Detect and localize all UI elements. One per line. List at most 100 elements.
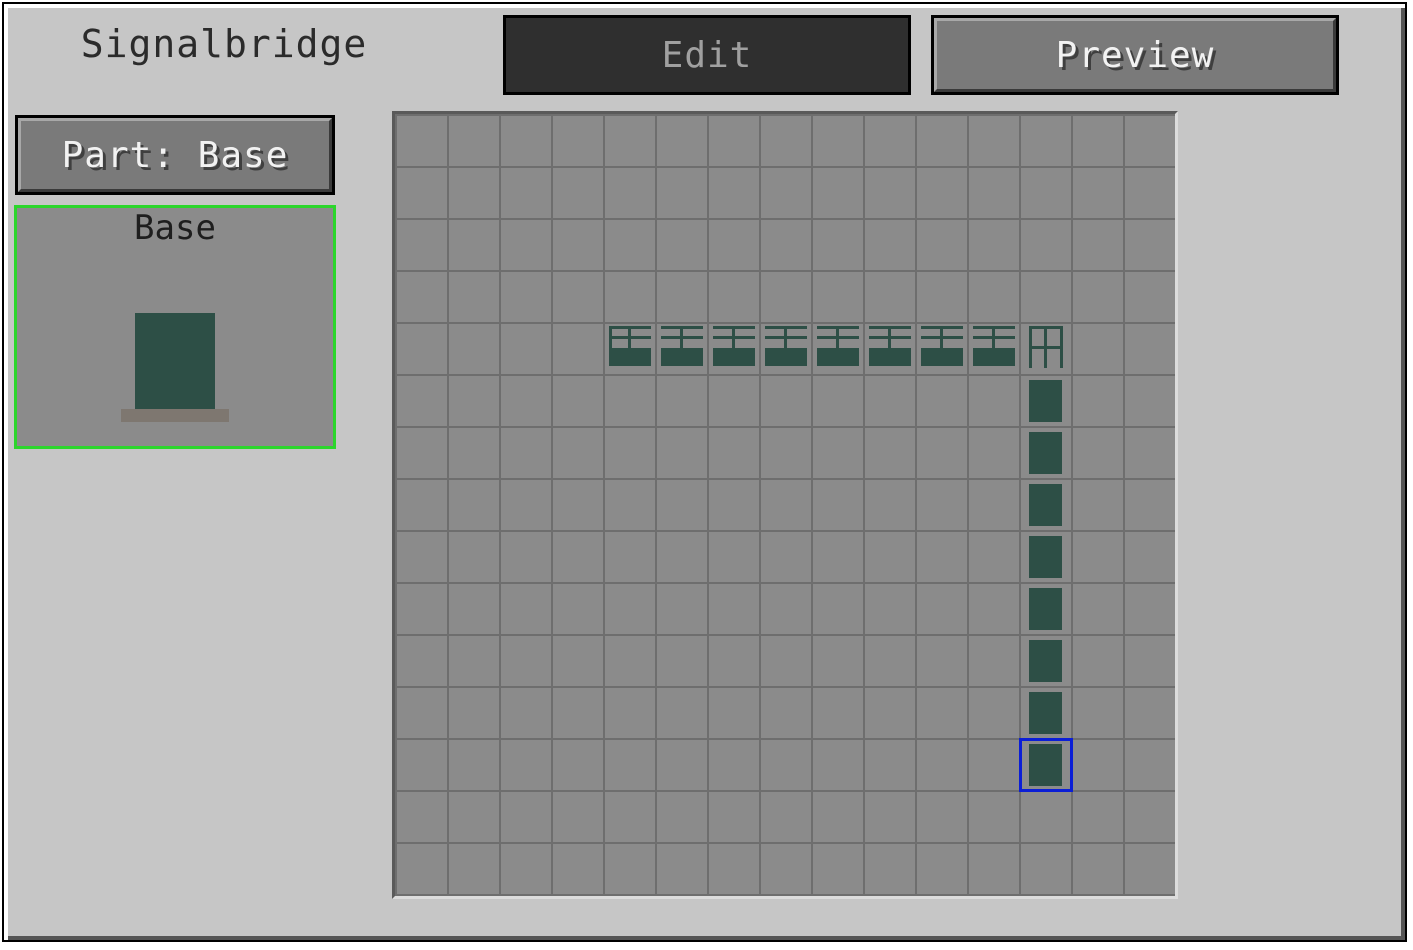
grid-cell[interactable] [605,844,655,894]
grid-cell[interactable] [709,428,759,478]
grid-cell[interactable] [657,740,707,790]
grid-cell[interactable] [449,636,499,686]
grid-cell[interactable] [813,844,863,894]
grid-cell[interactable] [657,220,707,270]
grid-cell[interactable] [553,792,603,842]
grid-cell[interactable] [761,740,811,790]
grid-cell[interactable] [865,740,915,790]
grid-cell[interactable] [917,116,967,166]
grid-cell[interactable] [709,844,759,894]
grid-cell[interactable] [501,740,551,790]
grid-cell[interactable] [553,116,603,166]
grid-cell[interactable] [605,792,655,842]
grid-cell[interactable] [397,272,447,322]
placement-grid[interactable] [392,111,1178,899]
grid-cell[interactable] [917,272,967,322]
grid-cell[interactable] [397,116,447,166]
grid-cell[interactable] [917,220,967,270]
grid-cell[interactable] [813,740,863,790]
grid-cell[interactable] [1021,688,1071,738]
grid-cell[interactable] [1021,792,1071,842]
grid-cell[interactable] [865,116,915,166]
grid-cell[interactable] [1073,324,1123,374]
grid-cell[interactable] [449,792,499,842]
grid-cell[interactable] [553,428,603,478]
grid-cell[interactable] [813,532,863,582]
grid-cell[interactable] [761,220,811,270]
grid-cell[interactable] [969,324,1019,374]
grid-cell[interactable] [761,116,811,166]
grid-cell[interactable] [865,168,915,218]
grid-cell[interactable] [449,220,499,270]
grid-cell[interactable] [917,168,967,218]
grid-cell[interactable] [605,272,655,322]
grid-cell[interactable] [1021,116,1071,166]
grid-cell[interactable] [397,688,447,738]
grid-cell[interactable] [1073,532,1123,582]
grid-cell[interactable] [761,428,811,478]
grid-cell[interactable] [1125,532,1175,582]
grid-cell[interactable] [1125,844,1175,894]
grid-cell[interactable] [1021,532,1071,582]
grid-cell[interactable] [1073,740,1123,790]
grid-cell[interactable] [865,324,915,374]
grid-cell[interactable] [969,116,1019,166]
grid-cell[interactable] [1125,792,1175,842]
grid-cell[interactable] [657,272,707,322]
grid-cell[interactable] [397,532,447,582]
grid-cell[interactable] [761,584,811,634]
grid-cell[interactable] [657,480,707,530]
preview-tab-button[interactable]: Preview [931,15,1339,95]
grid-cell[interactable] [813,272,863,322]
grid-cell[interactable] [397,844,447,894]
grid-cell[interactable] [1073,220,1123,270]
grid-cell[interactable] [1125,168,1175,218]
grid-cell-selected[interactable] [1019,738,1073,792]
grid-cell[interactable] [553,272,603,322]
part-preview-tile[interactable]: Base [14,205,336,449]
grid-cell[interactable] [1021,428,1071,478]
grid-cell[interactable] [449,168,499,218]
grid-cell[interactable] [501,480,551,530]
grid-cell[interactable] [449,532,499,582]
grid-cell[interactable] [397,376,447,426]
grid-cell[interactable] [709,740,759,790]
grid-cell[interactable] [397,220,447,270]
grid-cell[interactable] [917,844,967,894]
grid-cell[interactable] [605,428,655,478]
grid-cell[interactable] [813,324,863,374]
grid-cell[interactable] [865,220,915,270]
grid-cell[interactable] [813,376,863,426]
grid-cell[interactable] [1021,168,1071,218]
grid-cell[interactable] [449,740,499,790]
grid-cell[interactable] [865,428,915,478]
grid-cell[interactable] [1021,636,1071,686]
grid-cell[interactable] [1073,792,1123,842]
grid-cell[interactable] [813,584,863,634]
grid-cell[interactable] [1125,688,1175,738]
grid-cell[interactable] [865,636,915,686]
grid-cell[interactable] [553,584,603,634]
grid-cell[interactable] [1073,480,1123,530]
grid-cell[interactable] [501,272,551,322]
grid-cell[interactable] [969,792,1019,842]
grid-cell[interactable] [1125,324,1175,374]
grid-cell[interactable] [605,688,655,738]
grid-cell[interactable] [449,688,499,738]
grid-cell[interactable] [813,116,863,166]
grid-cell[interactable] [969,376,1019,426]
grid-cell[interactable] [761,480,811,530]
grid-cell[interactable] [657,636,707,686]
grid-cell[interactable] [709,324,759,374]
grid-cell[interactable] [397,428,447,478]
grid-cell[interactable] [605,636,655,686]
grid-cell[interactable] [709,272,759,322]
grid-cell[interactable] [917,324,967,374]
grid-cell[interactable] [501,688,551,738]
grid-cell[interactable] [969,584,1019,634]
grid-cell[interactable] [449,480,499,530]
grid-cell[interactable] [501,844,551,894]
grid-cell[interactable] [449,324,499,374]
grid-cell[interactable] [553,636,603,686]
grid-cell[interactable] [501,324,551,374]
